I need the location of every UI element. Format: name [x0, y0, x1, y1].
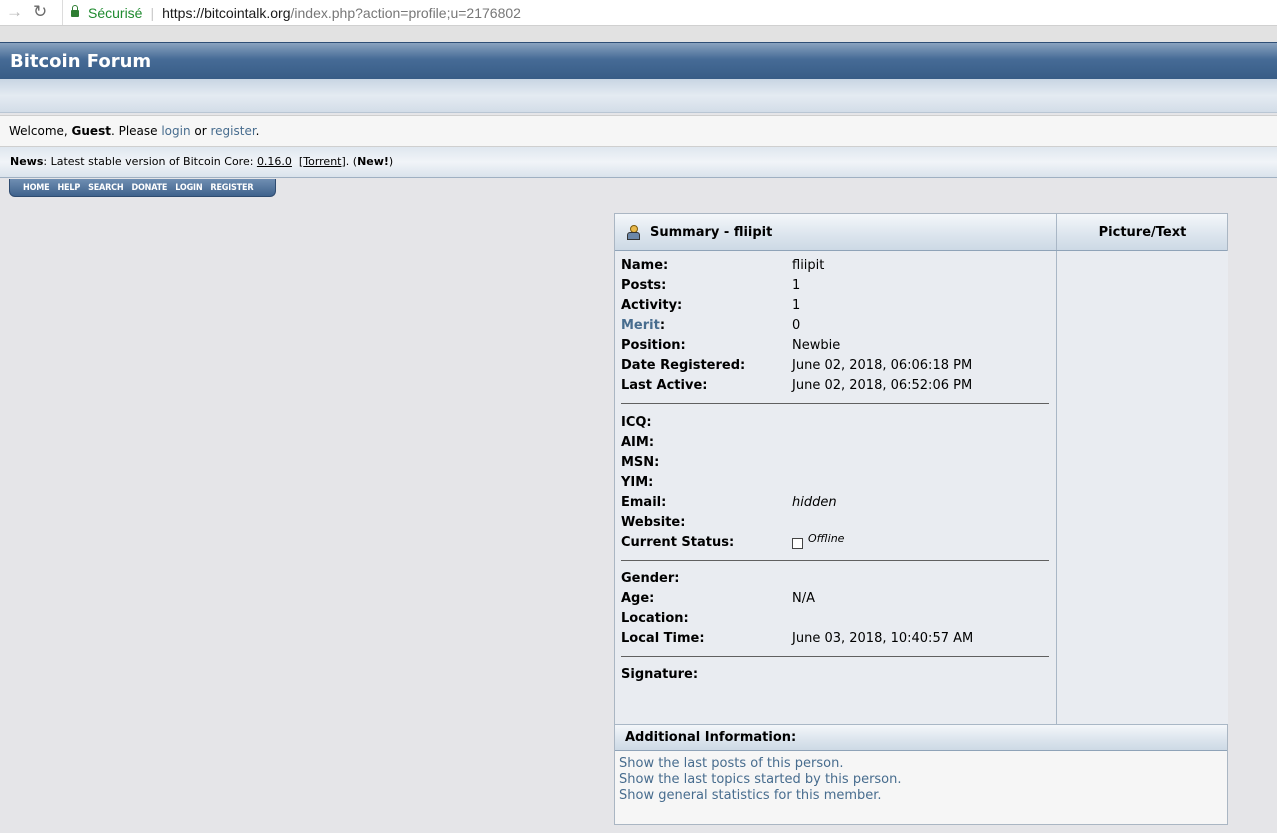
- field-row: Activity: 1: [621, 299, 1051, 319]
- field-row: Current Status: Offline: [621, 532, 1051, 556]
- url-path: /index.php?action=profile;u=2176802: [290, 4, 521, 21]
- field-row: Position: Newbie: [621, 339, 1051, 359]
- field-label: Website:: [621, 515, 686, 530]
- field-label: Local Time:: [621, 631, 705, 646]
- menu-help[interactable]: HELP: [57, 183, 80, 193]
- news-text: : Latest stable version of Bitcoin Core:: [43, 155, 257, 168]
- welcome-bar: Welcome, Guest. Please login or register…: [0, 115, 1277, 147]
- news-bar: News: Latest stable version of Bitcoin C…: [0, 147, 1277, 178]
- status-text: Offline: [808, 532, 845, 545]
- merit-label: Merit:: [621, 318, 666, 333]
- field-label: Date Registered:: [621, 358, 746, 373]
- guest-label: Guest: [71, 124, 111, 138]
- field-row: Location:: [621, 612, 1051, 632]
- last-topics-link[interactable]: Show the last topics started by this per…: [619, 772, 902, 787]
- picture-column: [1056, 251, 1228, 724]
- menu-search[interactable]: SEARCH: [88, 183, 124, 193]
- email-value: hidden: [792, 495, 837, 510]
- field-value: N/A: [792, 591, 815, 606]
- field-row: ICQ:: [621, 416, 1051, 436]
- general-stats-link[interactable]: Show general statistics for this member.: [619, 788, 882, 803]
- field-label: Position:: [621, 338, 686, 353]
- additional-info-title: Additional Information:: [625, 730, 797, 745]
- field-label: Gender:: [621, 571, 680, 586]
- field-label: AIM:: [621, 435, 655, 450]
- profile-header: Summary - fliipit Picture/Text: [615, 214, 1227, 251]
- field-value: June 02, 2018, 06:06:18 PM: [792, 358, 973, 373]
- field-label: Activity:: [621, 298, 683, 313]
- field-value: 1: [792, 298, 801, 313]
- menu-login[interactable]: LOGIN: [175, 183, 202, 193]
- field-row: Email: hidden: [621, 496, 1051, 516]
- login-link[interactable]: login: [161, 124, 190, 138]
- field-value: 0: [792, 318, 801, 333]
- field-label: ICQ:: [621, 415, 652, 430]
- menu-home[interactable]: HOME: [23, 183, 50, 193]
- reload-icon[interactable]: ↻: [33, 2, 47, 22]
- address-separator: |: [150, 4, 155, 21]
- profile-fields: Name: fliipit Posts: 1 Activity: 1 Merit: 0 …: [621, 259, 1051, 688]
- field-label: Age:: [621, 591, 655, 606]
- field-row: Name: fliipit: [621, 259, 1051, 279]
- new-label: New!: [357, 155, 389, 168]
- field-value: June 02, 2018, 06:52:06 PM: [792, 378, 973, 393]
- menu-donate[interactable]: DONATE: [131, 183, 167, 193]
- secure-label: Sécurisé: [88, 4, 143, 21]
- field-value: June 03, 2018, 10:40:57 AM: [792, 631, 974, 646]
- torrent-link[interactable]: Torrent: [303, 155, 341, 168]
- field-row: MSN:: [621, 456, 1051, 476]
- offline-icon: [792, 538, 803, 549]
- field-label: Posts:: [621, 278, 667, 293]
- welcome-end: .: [255, 124, 260, 138]
- picture-text-title: Picture/Text: [1056, 214, 1228, 250]
- field-row: AIM:: [621, 436, 1051, 456]
- additional-info-body: Show the last posts of this person. Show…: [615, 751, 1227, 824]
- summary-title: Summary - fliipit: [625, 224, 772, 240]
- news-label: News: [10, 155, 44, 168]
- field-row: Posts: 1: [621, 279, 1051, 299]
- field-label: MSN:: [621, 455, 660, 470]
- forward-icon[interactable]: →: [6, 2, 23, 22]
- field-value: 1: [792, 278, 801, 293]
- lock-icon: [71, 5, 79, 17]
- field-row: Date Registered: June 02, 2018, 06:06:18 …: [621, 359, 1051, 379]
- toolbar-strip: [0, 26, 1277, 42]
- url-host: https://bitcointalk.org: [162, 4, 291, 21]
- forum-header: Bitcoin Forum: [0, 42, 1277, 80]
- menu-register[interactable]: REGISTER: [210, 183, 253, 193]
- profile-panel: Summary - fliipit Picture/Text Name: flii…: [614, 213, 1228, 825]
- field-value: fliipit: [792, 258, 825, 273]
- main-menu: HOME HELP SEARCH DONATE LOGIN REGISTER: [9, 179, 276, 197]
- field-row: YIM:: [621, 476, 1051, 496]
- additional-info-header: Additional Information:: [615, 724, 1227, 751]
- status-value: Offline: [792, 532, 844, 550]
- field-row: Local Time: June 03, 2018, 10:40:57 AM: [621, 632, 1051, 652]
- field-label: Name:: [621, 258, 669, 273]
- welcome-prefix: Welcome,: [9, 124, 72, 138]
- field-label: Location:: [621, 611, 689, 626]
- merit-link[interactable]: Merit: [621, 318, 660, 333]
- forum-title: Bitcoin Forum: [10, 51, 152, 72]
- header-subbar: [0, 79, 1277, 113]
- welcome-please: . Please: [110, 124, 162, 138]
- field-label: YIM:: [621, 475, 654, 490]
- field-label: Email:: [621, 495, 667, 510]
- browser-bar: → ↻ Sécurisé | https://bitcointalk.org/i…: [0, 0, 1277, 26]
- field-label: Current Status:: [621, 535, 735, 550]
- signature-label: Signature:: [621, 667, 699, 682]
- version-link[interactable]: 0.16.0: [257, 155, 292, 168]
- summary-title-text: Summary - fliipit: [650, 224, 773, 240]
- address-bar[interactable]: Sécurisé | https://bitcointalk.org/index…: [62, 0, 1277, 25]
- welcome-or: or: [190, 124, 211, 138]
- field-row: Last Active: June 02, 2018, 06:52:06 PM: [621, 379, 1051, 399]
- field-row: Age: N/A: [621, 592, 1051, 612]
- register-link[interactable]: register: [210, 124, 255, 138]
- user-icon: [625, 224, 641, 240]
- field-label: Last Active:: [621, 378, 708, 393]
- field-row: Merit: 0: [621, 319, 1051, 339]
- signature-row: Signature:: [621, 668, 1051, 688]
- field-value: Newbie: [792, 338, 841, 353]
- last-posts-link[interactable]: Show the last posts of this person.: [619, 756, 843, 771]
- field-row: Gender:: [621, 572, 1051, 592]
